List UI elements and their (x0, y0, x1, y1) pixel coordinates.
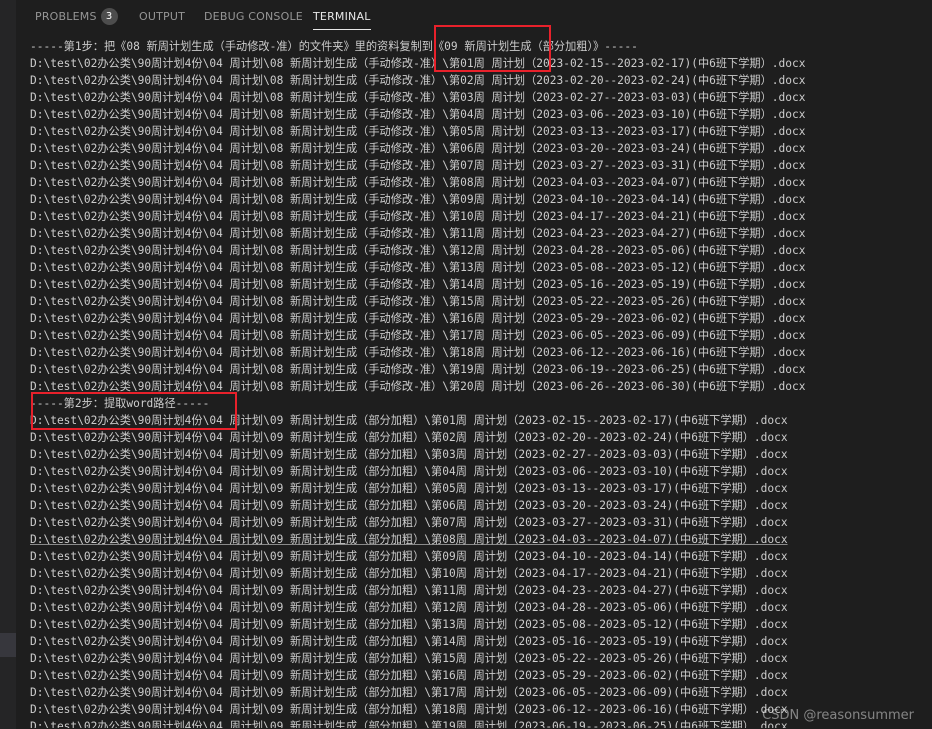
terminal-line: D:\test\02办公类\90周计划4份\04 周计划\08 新周计划生成（手… (30, 329, 806, 342)
terminal-line: D:\test\02办公类\90周计划4份\04 周计划\09 新周计划生成（部… (30, 431, 788, 444)
terminal-line: D:\test\02办公类\90周计划4份\04 周计划\08 新周计划生成（手… (30, 142, 806, 155)
tab-debug-console-label: DEBUG CONSOLE (204, 10, 303, 23)
terminal-line: D:\test\02办公类\90周计划4份\04 周计划\08 新周计划生成（手… (30, 363, 806, 376)
terminal-line: D:\test\02办公类\90周计划4份\04 周计划\08 新周计划生成（手… (30, 261, 806, 274)
terminal-line: D:\test\02办公类\90周计划4份\04 周计划\09 新周计划生成（部… (30, 465, 788, 478)
terminal-line: D:\test\02办公类\90周计划4份\04 周计划\09 新周计划生成（部… (30, 567, 788, 580)
terminal-line: D:\test\02办公类\90周计划4份\04 周计划\08 新周计划生成（手… (30, 380, 806, 393)
terminal-line: D:\test\02办公类\90周计划4份\04 周计划\09 新周计划生成（部… (30, 448, 788, 461)
terminal-step-heading: -----第2步：提取word路径----- (30, 397, 210, 410)
tab-output-label: OUTPUT (139, 10, 186, 23)
tab-terminal-label: TERMINAL (313, 10, 371, 23)
terminal-line: D:\test\02办公类\90周计划4份\04 周计划\09 新周计划生成（部… (30, 669, 788, 682)
terminal-line: D:\test\02办公类\90周计划4份\04 周计划\08 新周计划生成（手… (30, 125, 806, 138)
terminal-line: D:\test\02办公类\90周计划4份\04 周计划\08 新周计划生成（手… (30, 346, 806, 359)
terminal-line: D:\test\02办公类\90周计划4份\04 周计划\09 新周计划生成（部… (30, 533, 788, 546)
tab-terminal[interactable]: TERMINAL (313, 0, 371, 34)
terminal-line: D:\test\02办公类\90周计划4份\04 周计划\08 新周计划生成（手… (30, 57, 806, 70)
terminal-line: D:\test\02办公类\90周计划4份\04 周计划\08 新周计划生成（手… (30, 227, 806, 240)
terminal-line: D:\test\02办公类\90周计划4份\04 周计划\08 新周计划生成（手… (30, 295, 806, 308)
terminal-line: D:\test\02办公类\90周计划4份\04 周计划\09 新周计划生成（部… (30, 635, 788, 648)
terminal-line: D:\test\02办公类\90周计划4份\04 周计划\09 新周计划生成（部… (30, 482, 788, 495)
tab-problems[interactable]: PROBLEMS 3 (35, 0, 118, 34)
terminal-line: D:\test\02办公类\90周计划4份\04 周计划\09 新周计划生成（部… (30, 516, 788, 529)
problems-count-badge: 3 (100, 7, 118, 25)
bottom-panel: PROBLEMS 3 OUTPUT DEBUG CONSOLE TERMINAL … (16, 0, 932, 729)
terminal-step-heading: -----第1步：把《08 新周计划生成（手动修改-准）的文件夹》里的资料复制到… (30, 40, 638, 53)
terminal-line: D:\test\02办公类\90周计划4份\04 周计划\08 新周计划生成（手… (30, 193, 806, 206)
terminal-line: D:\test\02办公类\90周计划4份\04 周计划\09 新周计划生成（部… (30, 414, 788, 427)
activity-bar-strip (0, 0, 16, 729)
terminal-line: D:\test\02办公类\90周计划4份\04 周计划\08 新周计划生成（手… (30, 108, 806, 121)
panel-tab-bar: PROBLEMS 3 OUTPUT DEBUG CONSOLE TERMINAL (16, 0, 932, 34)
terminal-line: D:\test\02办公类\90周计划4份\04 周计划\08 新周计划生成（手… (30, 278, 806, 291)
terminal-line: D:\test\02办公类\90周计划4份\04 周计划\09 新周计划生成（部… (30, 550, 788, 563)
terminal-line: D:\test\02办公类\90周计划4份\04 周计划\09 新周计划生成（部… (30, 652, 788, 665)
tab-output[interactable]: OUTPUT (139, 0, 185, 34)
terminal-line: D:\test\02办公类\90周计划4份\04 周计划\09 新周计划生成（部… (30, 499, 788, 512)
csdn-watermark: CSDN @reasonsummer (762, 708, 914, 723)
terminal-line: D:\test\02办公类\90周计划4份\04 周计划\08 新周计划生成（手… (30, 210, 806, 223)
terminal-line: D:\test\02办公类\90周计划4份\04 周计划\08 新周计划生成（手… (30, 312, 806, 325)
terminal-line: D:\test\02办公类\90周计划4份\04 周计划\08 新周计划生成（手… (30, 91, 806, 104)
terminal-line: D:\test\02办公类\90周计划4份\04 周计划\08 新周计划生成（手… (30, 159, 806, 172)
terminal-line: D:\test\02办公类\90周计划4份\04 周计划\09 新周计划生成（部… (30, 601, 788, 614)
terminal-line: D:\test\02办公类\90周计划4份\04 周计划\08 新周计划生成（手… (30, 176, 806, 189)
tab-debug-console[interactable]: DEBUG CONSOLE (204, 0, 303, 34)
terminal-line: D:\test\02办公类\90周计划4份\04 周计划\09 新周计划生成（部… (30, 584, 788, 597)
terminal-output[interactable]: -----第1步：把《08 新周计划生成（手动修改-准）的文件夹》里的资料复制到… (30, 38, 930, 728)
terminal-line: D:\test\02办公类\90周计划4份\04 周计划\08 新周计划生成（手… (30, 74, 806, 87)
terminal-line: D:\test\02办公类\90周计划4份\04 周计划\09 新周计划生成（部… (30, 686, 788, 699)
activity-bar-marker (0, 633, 16, 657)
tab-problems-label: PROBLEMS (35, 10, 97, 23)
terminal-line: D:\test\02办公类\90周计划4份\04 周计划\09 新周计划生成（部… (30, 618, 788, 631)
terminal-line: D:\test\02办公类\90周计划4份\04 周计划\08 新周计划生成（手… (30, 244, 806, 257)
